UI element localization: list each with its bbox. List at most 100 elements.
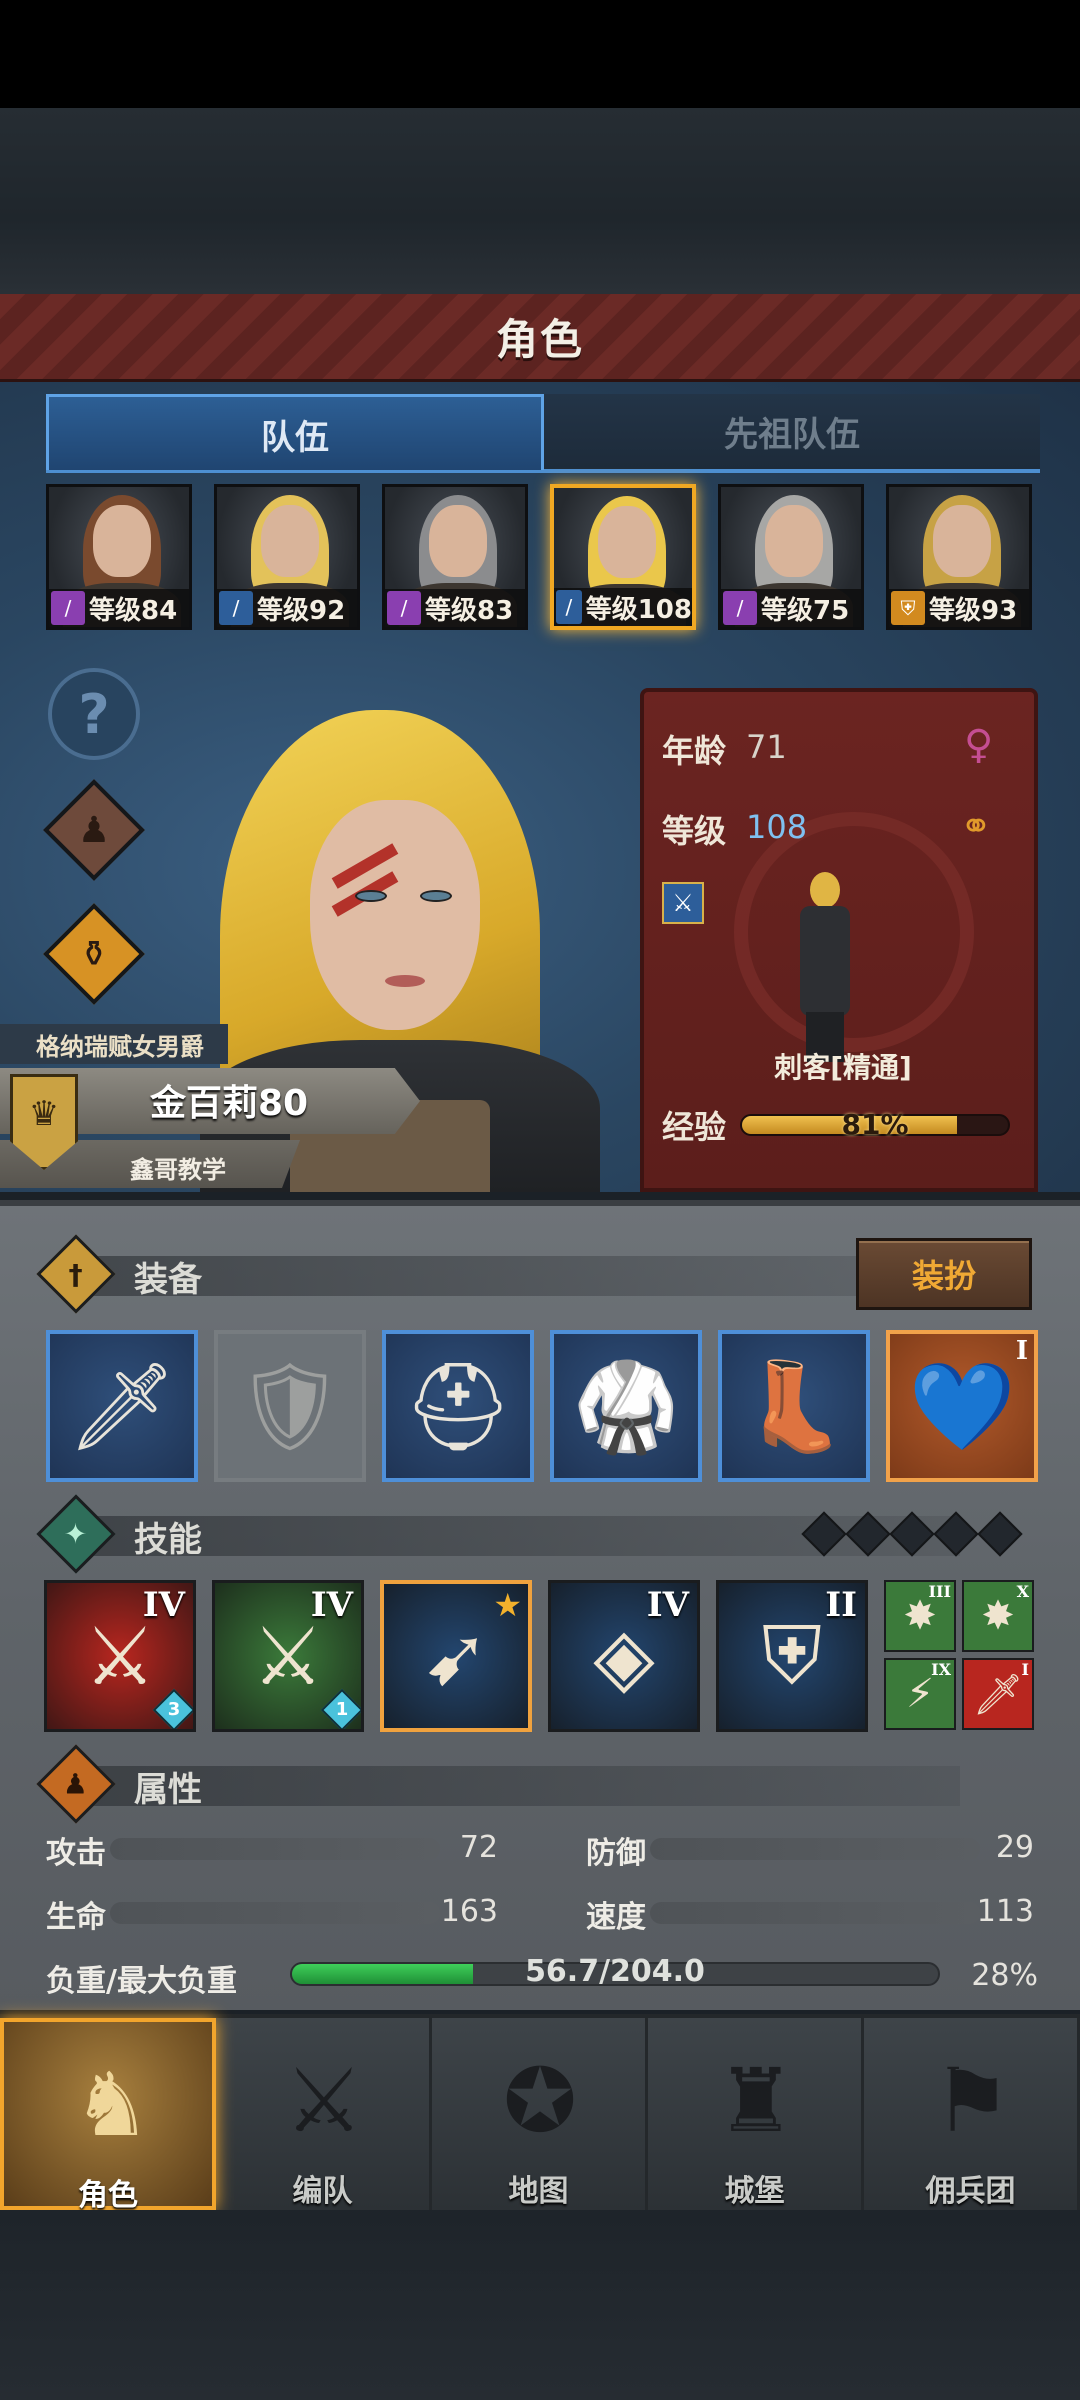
skill-green[interactable]: ⚔ IV 1 — [212, 1580, 364, 1732]
staff-icon: / — [51, 591, 85, 625]
hp-bar — [110, 1902, 440, 1924]
roster-member[interactable]: / 等级92 — [214, 484, 360, 630]
roster-level: 等级84 — [89, 595, 178, 626]
portrait-face — [429, 505, 487, 577]
skill-blue-dash[interactable]: ➹ ★ — [380, 1580, 532, 1732]
tier-label: I — [1015, 1336, 1028, 1366]
skill-tier: III — [928, 1582, 951, 1601]
roster-level: 等级75 — [761, 595, 850, 626]
skill-red[interactable]: ⚔ IV 3 — [44, 1580, 196, 1732]
character-name: 金百莉80 — [150, 1083, 309, 1124]
dress-up-button[interactable]: 装扮 — [856, 1238, 1032, 1310]
character-figure — [794, 872, 854, 1062]
noble-title-plate: 格纳瑞赋女男爵 — [0, 1024, 228, 1064]
roster-member[interactable]: / 等级84 — [46, 484, 192, 630]
potion-glyph: ⚱ — [78, 933, 110, 975]
skill-tier: X — [1016, 1582, 1029, 1601]
equip-slot-heart-amulet[interactable]: 💙 I — [886, 1330, 1038, 1482]
nav-formation[interactable]: ⚔ 编队 — [216, 2018, 432, 2210]
staff-icon: / — [723, 591, 757, 625]
helmet-icon: ⛑ — [403, 1356, 513, 1457]
age-value: 71 — [746, 728, 787, 766]
heart-amulet-icon: 💙 — [908, 1356, 1016, 1457]
formation-icon: ⚔ — [284, 2048, 364, 2152]
equipment-title: 装备 — [134, 1260, 202, 1300]
tab-ancestor-team[interactable]: 先祖队伍 — [544, 394, 1040, 472]
mini-skill-burst-green[interactable]: ✸ III — [884, 1580, 956, 1652]
portrait-face — [261, 505, 319, 577]
nav-label: 编队 — [292, 2174, 353, 2209]
age-label: 年龄 — [662, 732, 727, 770]
tab-team[interactable]: 队伍 — [46, 394, 544, 472]
potion-button[interactable]: ⚱ — [43, 903, 145, 1005]
nav-compass-map[interactable]: ✪ 地图 — [432, 2018, 648, 2210]
mini-skill-dagger-red[interactable]: 🗡 I — [962, 1658, 1034, 1730]
nav-label: 地图 — [508, 2174, 569, 2209]
nav-label: 佣兵团 — [925, 2174, 1016, 2209]
roster-level: 等级83 — [425, 595, 514, 626]
level-strip: ⛨ 等级93 — [889, 589, 1029, 627]
nav-label: 角色 — [78, 2178, 138, 2213]
female-icon: ♀ — [964, 722, 994, 768]
roster-member[interactable]: / 等级75 — [718, 484, 864, 630]
equip-slot-empty-shield[interactable]: 🛡 — [214, 1330, 366, 1482]
roster-member[interactable]: ⛨ 等级93 — [886, 484, 1032, 630]
speed-bar — [650, 1902, 980, 1924]
equip-slot-helmet[interactable]: ⛑ — [382, 1330, 534, 1482]
dagger-icon: 🗡 — [67, 1356, 177, 1457]
exp-label: 经验 — [662, 1108, 727, 1146]
portrait-face — [598, 506, 656, 578]
load-label: 负重/最大负重 — [46, 1964, 237, 1999]
nav-knight[interactable]: ♞ 角色 — [0, 2018, 216, 2213]
defense-bar — [650, 1838, 980, 1860]
staff-icon: / — [387, 591, 421, 625]
attributes-title: 属性 — [134, 1770, 202, 1810]
level-strip: / 等级84 — [49, 589, 189, 627]
speed-value: 113 — [976, 1894, 1034, 1929]
portrait-eye — [355, 890, 387, 902]
exp-percent: 81% — [841, 1108, 909, 1141]
guild-name: 鑫哥教学 — [130, 1156, 226, 1184]
help-button[interactable]: ? — [48, 668, 140, 760]
status-bar-area — [0, 0, 1080, 108]
equip-slot-dagger[interactable]: 🗡 — [46, 1330, 198, 1482]
defense-value: 29 — [995, 1830, 1034, 1865]
tab-underline — [46, 470, 1040, 473]
roster-member[interactable]: / 等级83 — [382, 484, 528, 630]
portrait-face — [93, 505, 151, 577]
attributes-section-header: ♟ 属性 — [36, 1744, 1040, 1824]
skill-blue-armor[interactable]: ⛨ II — [716, 1580, 868, 1732]
mini-skill-strike-green[interactable]: ⚡ IX — [884, 1658, 956, 1730]
roster-member[interactable]: / 等级108 — [550, 484, 696, 630]
tab-team-label: 队伍 — [261, 418, 329, 458]
skill-tier: IX — [931, 1660, 951, 1679]
nav-mercenary[interactable]: ⚑ 佣兵团 — [864, 2018, 1080, 2210]
portrait-eye — [420, 890, 452, 902]
attributes-icon: ♟ — [36, 1744, 116, 1824]
gem-count: 1 — [335, 1699, 349, 1720]
team-view-button[interactable]: ♟ — [43, 779, 145, 881]
shield-icon: ⛨ — [891, 591, 925, 625]
skills-title: 技能 — [134, 1520, 202, 1560]
question-icon: ? — [78, 682, 110, 746]
skill-tier: I — [1021, 1660, 1029, 1679]
compass-map-icon: ✪ — [503, 2048, 577, 2152]
level-strip: / 等级108 — [554, 588, 692, 626]
star-icon: ★ — [493, 1586, 522, 1624]
mini-skill-burst-green-2[interactable]: ✸ X — [962, 1580, 1034, 1652]
level-strip: / 等级83 — [385, 589, 525, 627]
equip-slot-boots[interactable]: 👢 — [718, 1330, 870, 1482]
rings-icon[interactable]: ⚭ — [960, 804, 992, 848]
bottom-backdrop — [0, 2210, 1080, 2400]
top-backdrop — [0, 108, 1080, 294]
speed-label: 速度 — [586, 1900, 646, 1935]
equip-slot-chest-armor[interactable]: 🥋 — [550, 1330, 702, 1482]
portrait-face — [933, 505, 991, 577]
equipment-icon: † — [36, 1234, 116, 1314]
level-value: 108 — [746, 808, 808, 846]
nav-castle[interactable]: ♜ 城堡 — [648, 2018, 864, 2210]
empty-shield-icon: 🛡 — [235, 1356, 345, 1457]
portrait-face — [310, 800, 480, 1030]
skill-blue-crystal[interactable]: ◈ IV — [548, 1580, 700, 1732]
skill-tier: II — [825, 1585, 857, 1625]
